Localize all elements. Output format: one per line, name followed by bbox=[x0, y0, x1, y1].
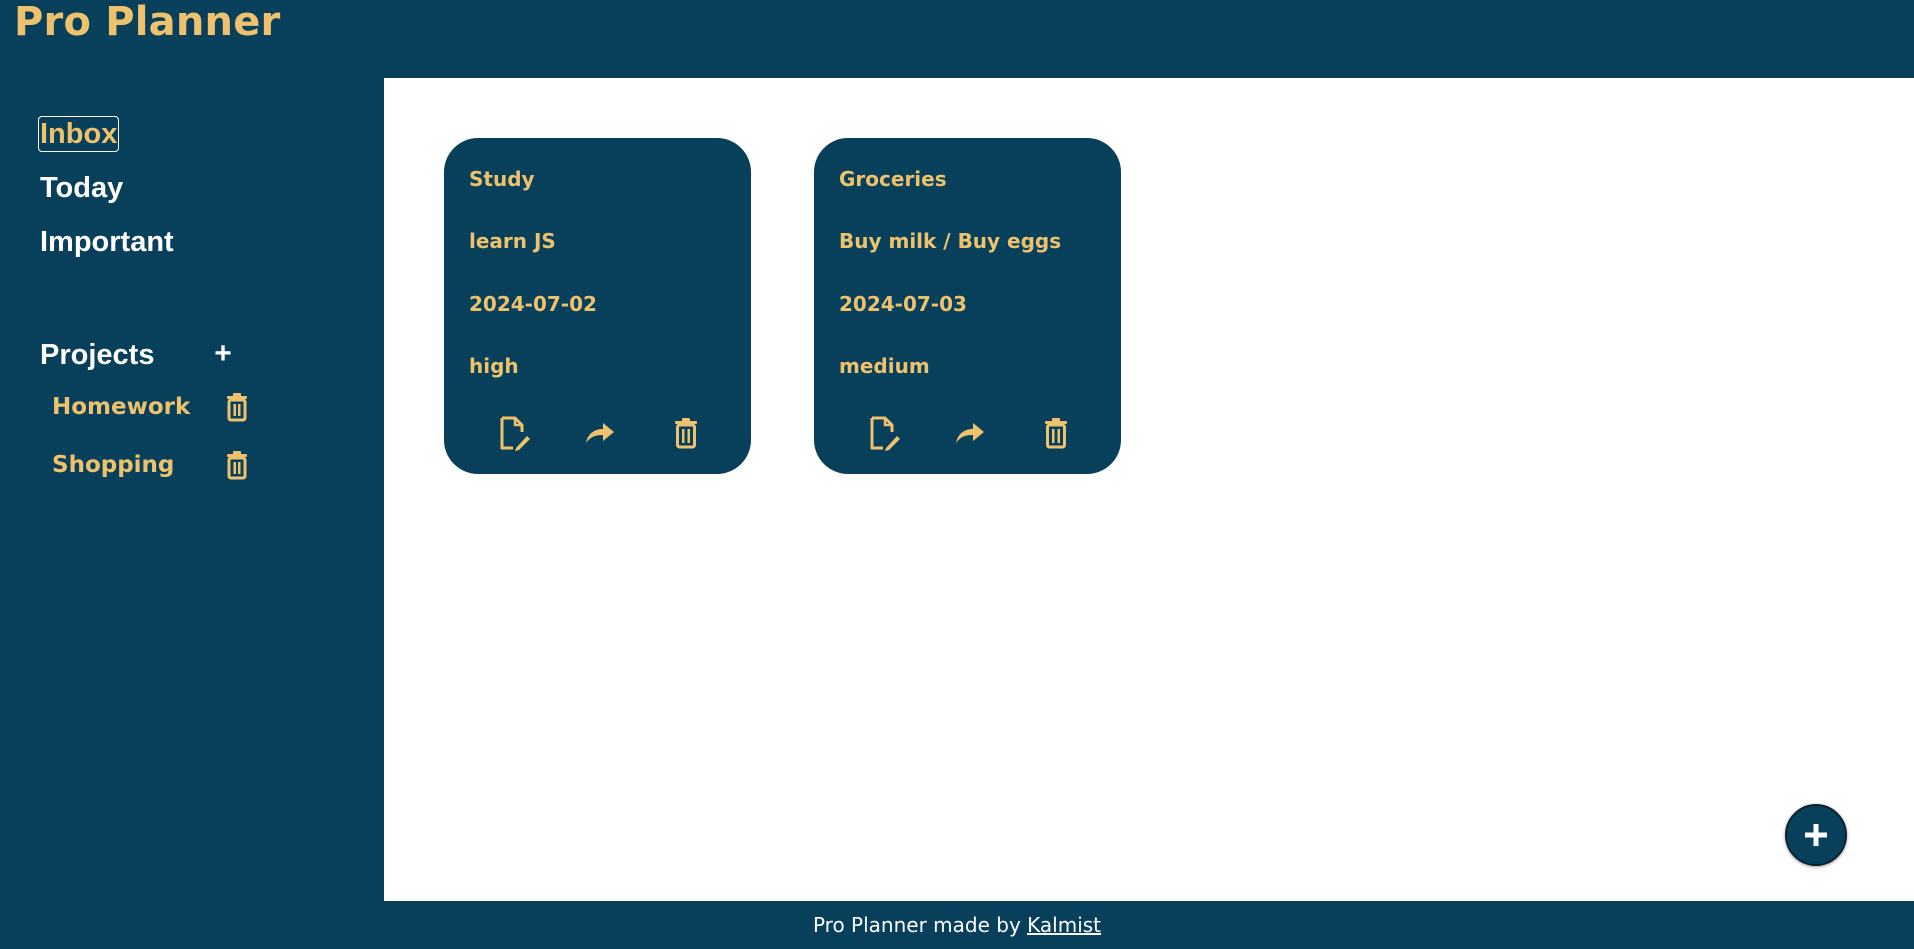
nav-item-important[interactable]: Important bbox=[40, 225, 174, 259]
share-icon bbox=[586, 423, 614, 443]
header: Pro Planner bbox=[0, 0, 1914, 78]
add-project-button[interactable]: + bbox=[210, 336, 236, 372]
footer: Pro Planner made by Kalmist bbox=[0, 901, 1914, 940]
task-priority: high bbox=[469, 354, 519, 378]
delete-task-button[interactable] bbox=[1038, 413, 1074, 453]
delete-project-shopping-button[interactable] bbox=[224, 450, 250, 480]
task-date: 2024-07-03 bbox=[839, 292, 967, 316]
add-task-button[interactable] bbox=[1785, 804, 1847, 866]
edit-task-button[interactable] bbox=[496, 413, 532, 453]
project-item-shopping[interactable]: Shopping bbox=[52, 450, 174, 480]
edit-icon bbox=[500, 416, 530, 451]
sidebar: Inbox Today Important Projects + Homewor… bbox=[0, 78, 384, 901]
plus-icon bbox=[1805, 824, 1827, 846]
footer-text: Pro Planner made by bbox=[812, 913, 1028, 937]
task-date: 2024-07-02 bbox=[469, 292, 597, 316]
app-title: Pro Planner bbox=[14, 0, 281, 45]
projects-title: Projects bbox=[40, 339, 155, 371]
trash-icon bbox=[1045, 418, 1067, 449]
task-project: Study bbox=[469, 167, 535, 191]
task-description: learn JS bbox=[469, 229, 556, 253]
edit-task-button[interactable] bbox=[866, 413, 902, 453]
project-item-homework[interactable]: Homework bbox=[52, 392, 190, 422]
author-link[interactable]: Kalmist bbox=[1027, 913, 1101, 937]
share-icon bbox=[956, 423, 984, 443]
trash-icon bbox=[227, 393, 247, 422]
delete-project-homework-button[interactable] bbox=[224, 392, 250, 422]
task-area: Study learn JS 2024-07-02 high Groceries… bbox=[384, 78, 1914, 901]
task-description: Buy milk / Buy eggs bbox=[839, 229, 1062, 253]
nav-item-today[interactable]: Today bbox=[40, 171, 123, 205]
task-project: Groceries bbox=[839, 167, 947, 191]
delete-task-button[interactable] bbox=[668, 413, 704, 453]
share-task-button[interactable] bbox=[582, 413, 618, 453]
task-card: Groceries Buy milk / Buy eggs 2024-07-03… bbox=[814, 138, 1121, 474]
share-task-button[interactable] bbox=[952, 413, 988, 453]
edit-icon bbox=[870, 416, 900, 451]
trash-icon bbox=[675, 418, 697, 449]
nav-item-inbox[interactable]: Inbox bbox=[37, 116, 120, 152]
task-card: Study learn JS 2024-07-02 high bbox=[444, 138, 751, 474]
task-priority: medium bbox=[839, 354, 930, 378]
trash-icon bbox=[227, 451, 247, 480]
